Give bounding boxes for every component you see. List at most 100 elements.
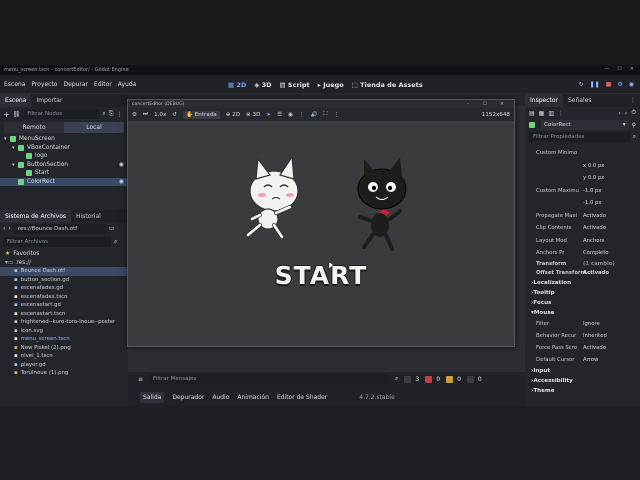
file-filter-input[interactable]: Filtrar Archivos bbox=[3, 236, 111, 247]
instance-icon[interactable]: ⎘ bbox=[109, 110, 114, 118]
menu-editor[interactable]: Editor bbox=[94, 81, 112, 88]
favorites-row[interactable]: ★ Favoritos bbox=[0, 250, 128, 259]
save-resource-icon[interactable]: ▥ bbox=[548, 110, 554, 117]
property-row[interactable]: Behavior Recur Inherited bbox=[525, 330, 640, 342]
property-value[interactable]: Ignore bbox=[583, 321, 600, 327]
input-mode-button[interactable]: ✋ Entrada bbox=[182, 110, 220, 119]
more-icon[interactable]: ⋮ bbox=[299, 112, 305, 118]
file-row[interactable]: ▪ icon.svg bbox=[0, 327, 128, 336]
run-project-icon[interactable]: ↻ bbox=[579, 81, 584, 88]
workspace-assetlib[interactable]: ⬚ Tienda de Assets bbox=[352, 81, 423, 89]
remote-debug-icon[interactable]: ⚙ bbox=[617, 81, 622, 88]
history-back-icon[interactable]: ‹ bbox=[619, 110, 621, 117]
node-options-icon[interactable]: ⚲ bbox=[632, 122, 636, 129]
tab-senales[interactable]: Señales bbox=[563, 94, 596, 107]
stop-icon[interactable]: ■ bbox=[606, 81, 612, 88]
res-root-row[interactable]: ▾▭ res:// bbox=[0, 259, 128, 268]
workspace-2d[interactable]: ▦ 2D bbox=[228, 81, 246, 89]
property-value[interactable]: Inherited bbox=[583, 333, 607, 339]
close-icon[interactable]: ✕ bbox=[630, 66, 634, 72]
visibility-icon[interactable]: ◉ bbox=[288, 112, 293, 118]
inspector-section[interactable]: › Tooltip bbox=[525, 288, 640, 298]
path-field[interactable]: res://Bounce Dash.otf bbox=[13, 223, 106, 234]
menu-depurar[interactable]: Depurar bbox=[63, 81, 88, 88]
inspector-section[interactable]: › Theme bbox=[525, 386, 640, 396]
zoom-label[interactable]: 1.0x bbox=[154, 112, 166, 118]
remote-button[interactable]: Remoto bbox=[4, 122, 64, 133]
property-row[interactable]: Layout Mod Anchors bbox=[525, 235, 640, 248]
local-button[interactable]: Local bbox=[64, 122, 124, 133]
file-row[interactable]: ▪ escenastart.tscn bbox=[0, 310, 128, 319]
tab-depurador[interactable]: Depurador bbox=[172, 394, 204, 401]
property-value[interactable]: -1.0 px bbox=[583, 200, 602, 206]
file-row[interactable]: ▪ menu_screen.tscn bbox=[0, 335, 128, 344]
visibility-icon[interactable]: ◉ bbox=[119, 179, 124, 185]
file-row[interactable]: ▪ frightened--kuro-toro-inoue--poster bbox=[0, 318, 128, 327]
file-row[interactable]: ▪ New Piskel (2).png bbox=[0, 344, 128, 353]
visibility-icon[interactable]: ◉ bbox=[119, 162, 124, 168]
scene-node[interactable]: ColorRect ◉ bbox=[0, 177, 128, 186]
more-icon[interactable]: ⋮ bbox=[117, 111, 123, 118]
load-resource-icon[interactable]: ▦ bbox=[539, 110, 545, 117]
movie-icon[interactable]: ◉ bbox=[629, 81, 634, 88]
property-value[interactable]: Anchors bbox=[583, 238, 604, 244]
property-row[interactable]: y 0.0 px bbox=[525, 172, 640, 185]
scene-node[interactable]: ▾ MenuScreen bbox=[0, 135, 128, 144]
property-filter-input[interactable]: Filtrar Propiedades bbox=[529, 132, 630, 142]
inspector-section[interactable]: › Accessibility bbox=[525, 376, 640, 386]
inspector-section[interactable]: › Input bbox=[525, 366, 640, 376]
link-icon[interactable]: ⛓ bbox=[13, 111, 21, 118]
file-row[interactable]: ▪ nivel_1.tscn bbox=[0, 352, 128, 361]
camera-icon[interactable]: ⛶ bbox=[324, 111, 328, 118]
extra-icon[interactable]: ⋮ bbox=[558, 110, 564, 117]
back-icon[interactable]: ‹ bbox=[3, 225, 5, 232]
file-row[interactable]: ▪ Bounce Dash.otf bbox=[0, 267, 128, 276]
inspector-section[interactable]: › Focus bbox=[525, 298, 640, 308]
reset-zoom-icon[interactable]: ↺ bbox=[172, 112, 177, 118]
tab-animacion[interactable]: Animación bbox=[237, 394, 269, 401]
scene-node[interactable]: ▾ ButtonSection ◉ bbox=[0, 161, 128, 170]
list-select-icon[interactable]: ☰ bbox=[277, 112, 282, 118]
property-row[interactable]: Clip Contents Activado bbox=[525, 222, 640, 235]
tab-inspector[interactable]: Inspector bbox=[525, 94, 563, 107]
suspend-icon[interactable]: ⚙ bbox=[132, 112, 137, 118]
maximize-icon[interactable]: ☐ bbox=[617, 66, 621, 72]
file-row[interactable]: ▪ escenafades.gd bbox=[0, 284, 128, 293]
scene-filter-input[interactable]: Filtrar Nodos bbox=[23, 109, 100, 119]
workspace-script[interactable]: ▤ Script bbox=[280, 81, 310, 89]
tab-filesystem[interactable]: Sistema de Archivos bbox=[0, 209, 72, 223]
message-filter-input[interactable]: Filtrar Mensajes bbox=[149, 374, 390, 384]
property-row[interactable]: -1.0 px bbox=[525, 197, 640, 210]
file-row[interactable]: ▪ escenastart.gd bbox=[0, 301, 128, 310]
property-value[interactable]: Activado bbox=[583, 213, 606, 219]
log-count-editor[interactable]: 0 bbox=[466, 375, 482, 383]
add-node-icon[interactable]: + bbox=[3, 110, 10, 119]
property-row[interactable]: Transform (1 cambio) bbox=[525, 260, 640, 269]
dock-menu-icon[interactable]: ⋮ bbox=[630, 97, 636, 104]
inspector-section[interactable]: › Localization bbox=[525, 278, 640, 288]
tab-historial[interactable]: Historial bbox=[71, 210, 106, 223]
menu-escena[interactable]: Escena bbox=[4, 81, 25, 88]
property-value[interactable]: Completo bbox=[583, 250, 609, 256]
next-frame-icon[interactable]: ⏭ bbox=[143, 111, 148, 118]
forward-icon[interactable]: › bbox=[8, 225, 10, 232]
game-window-controls[interactable]: – ☐ ✕ bbox=[467, 102, 510, 107]
property-row[interactable]: Custom Maximu -1.0 px bbox=[525, 185, 640, 198]
minimize-icon[interactable]: — bbox=[604, 66, 609, 72]
workspace-game[interactable]: ▸ Juego bbox=[318, 81, 344, 89]
file-row[interactable]: ▪ escenafades.tscn bbox=[0, 293, 128, 302]
mode-3d-button[interactable]: ⊗ 3D bbox=[246, 112, 260, 118]
clear-output-icon[interactable]: ≡ bbox=[138, 376, 143, 383]
menu-ayuda[interactable]: Ayuda bbox=[118, 81, 137, 88]
property-row[interactable]: Anchors Pr Completo bbox=[525, 247, 640, 260]
pause-icon[interactable]: ❚❚ bbox=[590, 81, 600, 88]
log-count-warnings[interactable]: 0 bbox=[446, 375, 461, 383]
menu-proyecto[interactable]: Proyecto bbox=[31, 81, 57, 88]
scene-node[interactable]: ▾ VBoxContainer bbox=[0, 144, 128, 153]
log-count-messages[interactable]: 3 bbox=[404, 375, 419, 383]
property-row[interactable]: Default Cursor Arrow bbox=[525, 354, 640, 366]
file-row[interactable]: ▪ button_section.gd bbox=[0, 276, 128, 285]
new-resource-icon[interactable]: ▤ bbox=[529, 110, 535, 117]
file-row[interactable]: ▪ ToruInoue (1).png bbox=[0, 369, 128, 378]
property-value[interactable]: Arrow bbox=[583, 357, 598, 363]
